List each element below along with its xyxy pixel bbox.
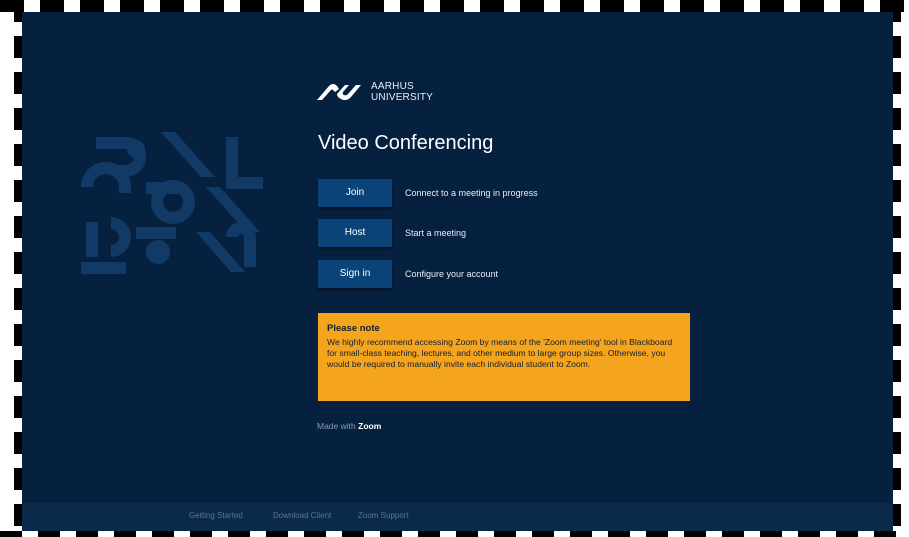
au-logo-icon: [317, 84, 361, 101]
footer-bar: Getting Started Download Client Zoom Sup…: [22, 503, 893, 531]
footer-link-download-client[interactable]: Download Client: [273, 511, 331, 520]
footer-link-getting-started[interactable]: Getting Started: [189, 511, 243, 520]
logo-text: AARHUS UNIVERSITY: [371, 81, 451, 103]
dashed-border-right: [893, 0, 901, 537]
dashed-border-left: [14, 0, 22, 537]
sign-in-description: Configure your account: [405, 269, 499, 279]
aarhus-university-logo: AARHUS UNIVERSITY: [315, 80, 455, 108]
made-with-prefix: Made with: [317, 421, 356, 431]
footer-link-zoom-support[interactable]: Zoom Support: [358, 511, 409, 520]
host-description: Start a meeting: [405, 228, 467, 238]
dashed-border-top: [0, 0, 909, 12]
join-button[interactable]: Join: [318, 179, 392, 207]
note-title: Please note: [327, 323, 380, 334]
dashed-border-bottom: [0, 531, 909, 537]
host-button[interactable]: Host: [318, 219, 392, 247]
made-with-zoom: Made with Zoom: [317, 421, 381, 431]
logo-line-1: AARHUS: [371, 81, 414, 92]
zoom-landing-page: AARHUS UNIVERSITY Video Conferencing Joi…: [22, 12, 893, 531]
logo-line-2: UNIVERSITY: [371, 92, 434, 103]
screenshot-frame: AARHUS UNIVERSITY Video Conferencing Joi…: [0, 0, 909, 537]
decorative-pattern-graphic: [81, 132, 263, 274]
sign-in-button[interactable]: Sign in: [318, 260, 392, 288]
zoom-brand-link[interactable]: Zoom: [358, 421, 381, 431]
note-body: We highly recommend accessing Zoom by me…: [327, 337, 673, 369]
join-description: Connect to a meeting in progress: [405, 188, 538, 198]
please-note-banner: Please note We highly recommend accessin…: [318, 313, 690, 401]
page-title: Video Conferencing: [318, 132, 494, 154]
